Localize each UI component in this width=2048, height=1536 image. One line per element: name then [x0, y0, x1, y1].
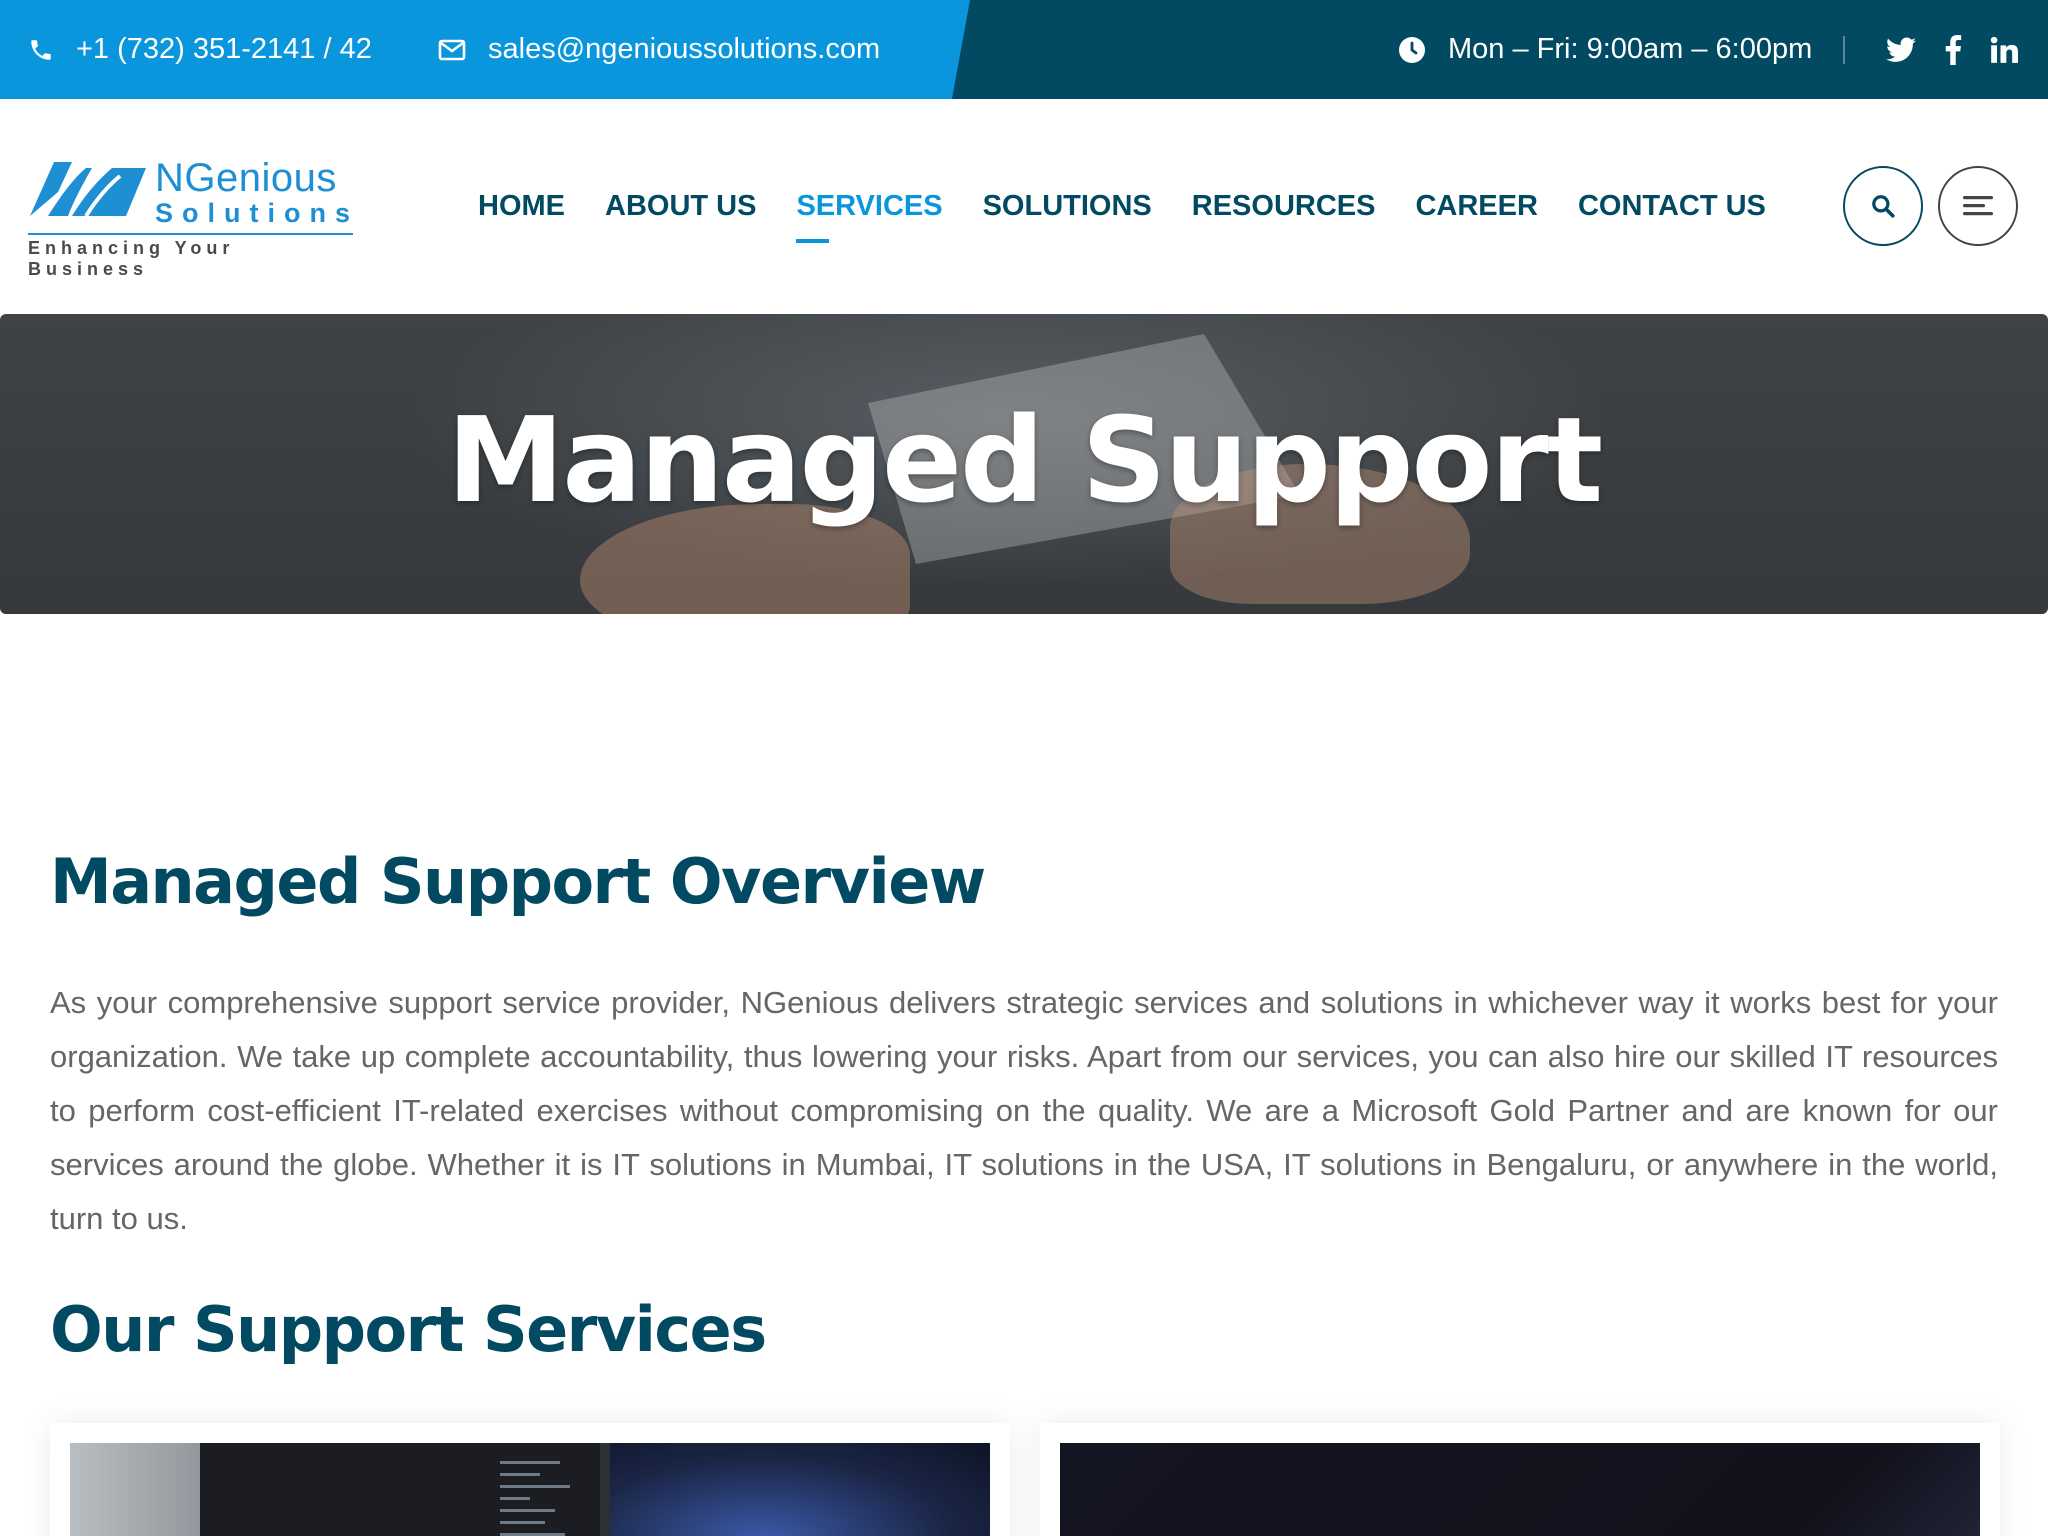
service-card[interactable]	[50, 1423, 1010, 1536]
linkedin-icon[interactable]	[1990, 0, 2018, 99]
overview-heading: Managed Support Overview	[50, 845, 986, 918]
email-contact[interactable]: sales@ngenioussolutions.com	[438, 0, 880, 99]
monitor-screen-right	[610, 1443, 990, 1536]
nav-services[interactable]: SERVICES	[796, 190, 943, 243]
company-logo[interactable]: NGenious Solutions Enhancing Your Busine…	[28, 154, 359, 279]
logo-mark-icon	[30, 162, 146, 218]
main-nav: HOME ABOUT US SERVICES SOLUTIONS RESOURC…	[478, 99, 1806, 314]
nav-about-us[interactable]: ABOUT US	[605, 190, 756, 223]
services-heading: Our Support Services	[50, 1293, 767, 1366]
hours-text: Mon – Fri: 9:00am – 6:00pm	[1448, 33, 1813, 65]
envelope-icon	[438, 39, 466, 60]
logo-rule	[28, 233, 353, 235]
service-card-image	[1060, 1443, 1980, 1536]
search-icon	[1872, 195, 1895, 218]
page-banner: Managed Support	[0, 314, 2048, 614]
nav-career[interactable]: CAREER	[1415, 190, 1537, 223]
logo-wordmark: NGenious	[155, 156, 337, 200]
logo-tagline: Enhancing Your Business	[28, 238, 235, 279]
monitor-screen-left	[200, 1443, 600, 1536]
top-bar: +1 (732) 351-2141 / 42 sales@ngenioussol…	[0, 0, 2048, 99]
overview-paragraph: As your comprehensive support service pr…	[50, 985, 1998, 1236]
logo-wordmark-sub: Solutions	[155, 198, 359, 228]
twitter-icon[interactable]	[1886, 0, 1916, 99]
facebook-icon[interactable]	[1944, 0, 1962, 99]
menu-button[interactable]	[1938, 166, 2018, 246]
service-card-image	[70, 1443, 990, 1536]
nav-home[interactable]: HOME	[478, 190, 565, 223]
email-address: sales@ngenioussolutions.com	[488, 33, 881, 65]
nav-contact-us[interactable]: CONTACT US	[1578, 190, 1766, 223]
top-bar-divider	[1843, 36, 1845, 64]
site-header: NGenious Solutions Enhancing Your Busine…	[0, 99, 2048, 314]
phone-icon	[31, 39, 51, 60]
phone-number: +1 (732) 351-2141 / 42	[76, 33, 372, 65]
phone-contact[interactable]: +1 (732) 351-2141 / 42	[28, 0, 372, 99]
business-hours: Mon – Fri: 9:00am – 6:00pm	[1398, 0, 1812, 99]
page-title: Managed Support	[446, 391, 1603, 529]
search-button[interactable]	[1843, 166, 1923, 246]
nav-solutions[interactable]: SOLUTIONS	[983, 190, 1152, 223]
hamburger-menu-icon	[1963, 196, 1993, 216]
service-card[interactable]	[1040, 1423, 2000, 1536]
nav-resources[interactable]: RESOURCES	[1192, 190, 1376, 223]
clock-icon	[1399, 36, 1425, 63]
